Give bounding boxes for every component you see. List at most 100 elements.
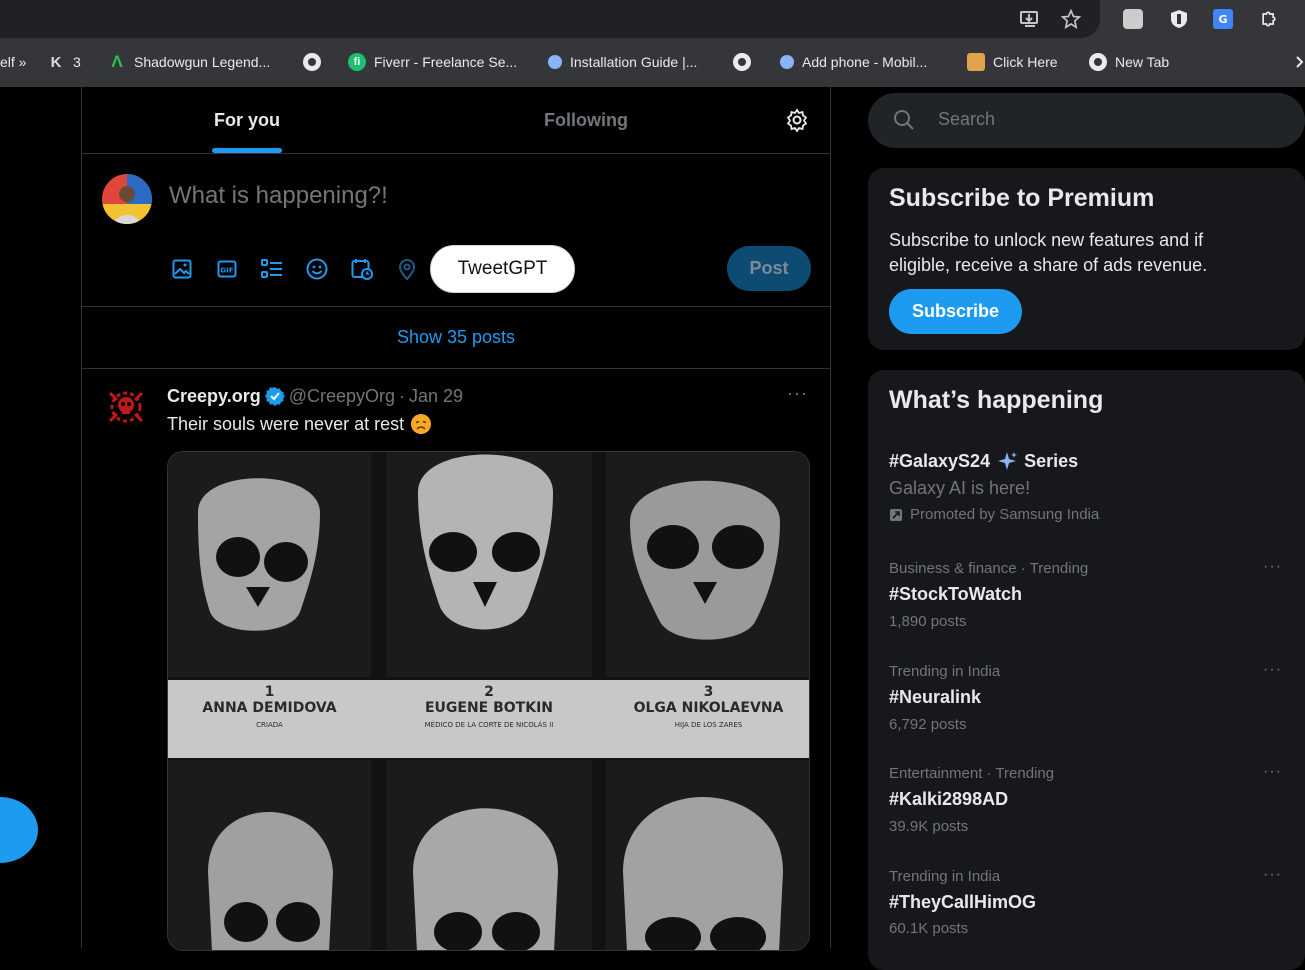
trend-more-icon[interactable]: ··· <box>1263 661 1282 679</box>
trend-count: 60.1K posts <box>889 920 969 937</box>
bookmark-globe[interactable] <box>733 52 751 72</box>
bookmark-new-tab[interactable]: New Tab <box>1089 52 1169 72</box>
premium-card: Subscribe to Premium Subscribe to unlock… <box>868 168 1305 350</box>
bookmark-label: New Tab <box>1115 54 1170 70</box>
caption-name: OLGA NIKOLAEVNA <box>633 700 784 716</box>
google-translate-icon[interactable]: G <box>1210 6 1236 32</box>
promoted-by-label: Promoted by Samsung India <box>910 506 1100 523</box>
post-button[interactable]: Post <box>727 246 811 291</box>
main-timeline: For you Following GIF <box>81 87 831 951</box>
tweet-author-name[interactable]: Creepy.org <box>167 386 261 407</box>
search-input[interactable] <box>938 109 1278 130</box>
bookmark-overflow[interactable]: elf » <box>0 52 26 72</box>
bookmark-label: Shadowgun Legend... <box>134 54 271 70</box>
tab-following[interactable]: Following <box>412 87 760 154</box>
bookmark-label: Fiverr - Freelance Se... <box>374 54 518 70</box>
compose-text-input[interactable] <box>169 182 769 210</box>
trend-count: 1,890 posts <box>889 613 967 630</box>
trend-meta: Trending in India <box>889 868 1001 885</box>
tweet-image[interactable]: 1 ANNA DEMIDOVA CRIADA 2 EUGENE BOTKIN M… <box>167 451 810 951</box>
show-posts-label: Show 35 posts <box>396 327 516 347</box>
media-caption-3: 3 OLGA NIKOLAEVNA HIJA DE LOS ZARES <box>606 684 809 729</box>
trend-suffix: Series <box>1024 450 1079 471</box>
bookmark-fiverr[interactable]: fi Fiverr - Freelance Se... <box>348 52 517 72</box>
trend-meta: Trending in India <box>889 663 1001 680</box>
shadowgun-logo-icon: Λ <box>111 52 123 71</box>
tweetgpt-button[interactable]: TweetGPT <box>430 245 575 293</box>
bookmarks-overflow-chevron-icon[interactable] <box>1296 52 1304 72</box>
trend-name: #StockToWatch <box>889 584 1023 604</box>
tab-label: For you <box>214 110 280 130</box>
address-bar-area <box>0 0 1100 38</box>
bookmark-star-icon[interactable] <box>1058 6 1084 32</box>
extension-shield-icon[interactable] <box>1166 6 1192 32</box>
bookmark-label: Installation Guide |... <box>570 54 698 70</box>
premium-description: Subscribe to unlock new features and if … <box>889 230 1208 275</box>
extensions-puzzle-icon[interactable] <box>1256 6 1282 32</box>
promoted-trend-name: #GalaxyS24 Series <box>889 450 1078 472</box>
bookmark-label: Add phone - Mobil... <box>802 54 928 70</box>
verified-badge-icon <box>264 386 285 406</box>
bookmark-add-phone[interactable]: Add phone - Mobil... <box>780 52 927 72</box>
search-bar[interactable] <box>868 93 1305 148</box>
post-button-label: Post <box>749 258 789 278</box>
tweet-body: Their souls were never at rest <box>167 413 405 434</box>
timeline-tabs: For you Following <box>82 87 830 154</box>
tweet-more-options-icon[interactable]: ··· <box>787 383 808 404</box>
extension-touch-icon[interactable] <box>1120 6 1146 32</box>
trend-item[interactable]: Entertainment · Trending #Kalki2898AD 39… <box>868 763 1305 863</box>
media-caption-1: 1 ANNA DEMIDOVA CRIADA <box>168 684 371 729</box>
trend-name: #Kalki2898AD <box>889 789 1009 809</box>
bookmarks-bar: elf » K 3 Λ Shadowgun Legend... fi Fiver… <box>0 38 1305 87</box>
subscribe-button[interactable]: Subscribe <box>889 289 1022 334</box>
schedule-icon[interactable] <box>350 257 374 281</box>
timeline-settings-gear-icon[interactable] <box>785 108 811 134</box>
emoji-icon[interactable] <box>305 257 329 281</box>
show-new-posts-link[interactable]: Show 35 posts <box>82 307 830 369</box>
active-tab-indicator <box>212 148 282 153</box>
search-icon <box>893 109 915 136</box>
bookmark-k[interactable]: K 3 <box>47 52 81 72</box>
gif-icon[interactable]: GIF <box>215 257 239 281</box>
bookmark-installation-guide[interactable]: Installation Guide |... <box>548 52 697 72</box>
promoted-trend[interactable]: #GalaxyS24 Series Galaxy AI is here! Pro… <box>868 448 1305 538</box>
poll-icon[interactable] <box>260 257 284 281</box>
image-icon[interactable] <box>170 257 194 281</box>
trend-more-icon[interactable]: ··· <box>1263 763 1282 781</box>
bookmark-click-here[interactable]: Click Here <box>967 52 1058 72</box>
caption-name: ANNA DEMIDOVA <box>202 700 337 716</box>
trend-item[interactable]: Trending in India #Neuralink 6,792 posts… <box>868 661 1305 761</box>
fiverr-logo-icon: fi <box>348 53 366 71</box>
promoted-tagline: Galaxy AI is here! <box>889 478 1031 498</box>
tab-for-you[interactable]: For you <box>82 87 412 154</box>
caption-number: 2 <box>484 684 494 700</box>
bookmark-globe[interactable] <box>303 52 321 72</box>
browser-toolbar: G <box>0 0 1305 38</box>
sparkle-icon <box>996 450 1018 472</box>
caption-name: EUGENE BOTKIN <box>424 700 554 716</box>
globe-icon <box>303 53 321 71</box>
install-app-icon[interactable] <box>1017 6 1043 32</box>
separator-dot: · <box>399 385 406 406</box>
subscribe-label: Subscribe <box>911 301 1000 321</box>
bookmark-shadowgun[interactable]: Λ Shadowgun Legend... <box>108 52 270 72</box>
user-avatar[interactable] <box>102 174 152 224</box>
disappointed-face-emoji-icon <box>410 413 432 435</box>
trend-meta: Business & finance · Trending <box>889 560 1089 577</box>
tweet-date[interactable]: Jan 29 <box>409 386 463 407</box>
location-icon[interactable] <box>395 257 419 281</box>
promoted-by: Promoted by Samsung India <box>889 506 1099 523</box>
trend-more-icon[interactable]: ··· <box>1263 558 1282 576</box>
trend-more-icon[interactable]: ··· <box>1263 866 1282 884</box>
caption-number: 3 <box>703 684 714 700</box>
creepy-org-avatar[interactable] <box>102 383 150 431</box>
trend-item[interactable]: Trending in India #TheyCallHimOG 60.1K p… <box>868 866 1305 956</box>
wizard-logo-icon <box>967 53 985 71</box>
tweet-author-handle[interactable]: @CreepyOrg <box>289 386 395 407</box>
tweet-item[interactable]: Creepy.org @CreepyOrg · Jan 29 ··· Their… <box>82 369 830 951</box>
caption-sub: MÉDICO DE LA CORTE DE NICOLÁS II <box>424 721 554 729</box>
promoted-icon <box>889 508 903 522</box>
trend-item[interactable]: Business & finance · Trending #StockToWa… <box>868 558 1305 658</box>
tweet-header: Creepy.org @CreepyOrg · Jan 29 <box>167 385 463 407</box>
premium-title: Subscribe to Premium <box>889 184 1155 212</box>
